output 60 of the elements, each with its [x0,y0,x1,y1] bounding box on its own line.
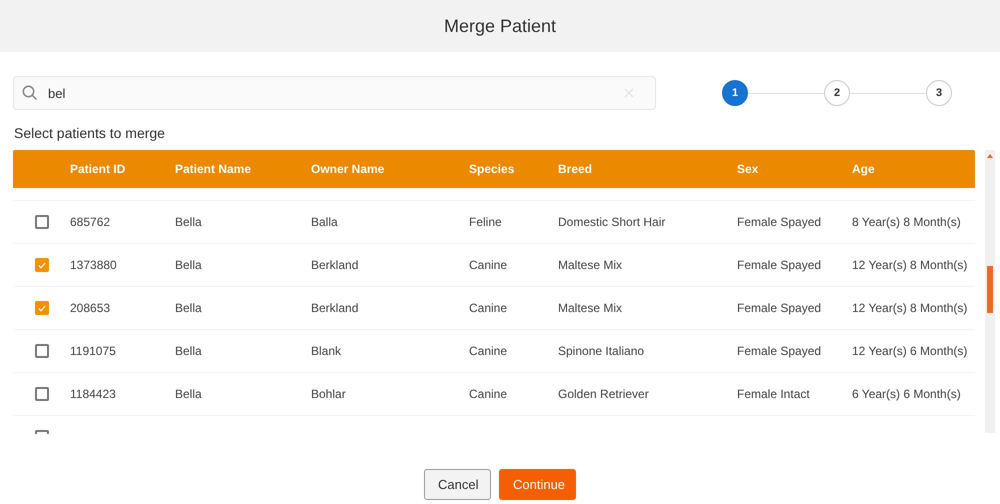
dialog-title: Merge Patient [444,16,556,36]
row-checkbox[interactable] [35,344,49,358]
table-cell-text: Berkland [311,258,360,272]
row-checkbox[interactable] [35,387,49,401]
table-cell-text: Canine [469,301,508,315]
table-cell-text: Balla [311,215,339,229]
column-header: Patient ID [70,162,126,176]
table-cell-text: Bella [175,387,203,401]
column-header: Patient Name [175,162,252,176]
table-cell-text: Blank [311,344,342,358]
check-icon [38,262,46,268]
table-cell-text: Bella [175,301,203,315]
table-cell-text: 1191075 [70,344,117,358]
check-icon [38,304,46,312]
table-cell-text: Spinone Italiano [558,344,646,358]
column-header: Age [852,162,876,176]
step-indicator: 2 [824,80,850,106]
row-checkbox[interactable] [35,215,49,229]
row-checkbox[interactable] [35,301,49,315]
cancel-button[interactable]: Cancel [424,469,491,500]
column-header: Species [469,162,516,176]
column-header: Breed [558,162,594,176]
table-cell-text: Canine [469,344,508,358]
table-cell-text: 12 Year(s) 8 Month(s) [852,258,968,272]
table-cell-text: 6 Year(s) 6 Month(s) [852,387,962,401]
table-cell-text: Feline [469,215,503,229]
table-cell-text: Female Spayed [737,344,822,358]
search-icon [22,85,38,101]
table-cell-text: Bohlar [311,387,347,401]
table-cell-text: Female Spayed [737,301,822,315]
table-cell-text: 8 Year(s) 8 Month(s) [852,215,962,229]
scrollbar[interactable] [985,150,995,433]
table-cell-text: Female Spayed [737,215,822,229]
table-cell-text: Female Intact [737,387,811,401]
row-checkbox[interactable] [35,258,49,272]
step-indicator: 3 [926,80,952,106]
column-header: Owner Name [311,162,386,176]
table-cell-text: 208653 [70,301,112,315]
table-cell-text: Female Spayed [737,258,822,272]
scrollbar-thumb[interactable] [987,266,993,313]
table-cell-text: 1373880 [70,258,118,272]
table-cell-text: 1184423 [70,387,117,401]
step-indicator: 1 [722,80,748,106]
table-cell-text: Canine [469,387,508,401]
section-label: Select patients to merge [13,124,166,143]
table-cell-text: 12 Year(s) 8 Month(s) [852,301,968,315]
scroll-up-icon[interactable] [987,154,993,158]
table-cell-text: Bella [175,258,203,272]
search-field[interactable]: bel [13,76,656,110]
table-cell-text: Golden Retriever [558,387,650,401]
table-cell-text: 12 Year(s) 6 Month(s) [852,344,968,358]
table-cell-text: 685762 [70,215,112,229]
table-cell-text: Canine [469,258,508,272]
table-cell-text: Maltese Mix [558,258,624,272]
table-cell-text: Maltese Mix [558,301,624,315]
table-cell-text: Bella [175,344,203,358]
table-cell-text: Domestic Short Hair [558,215,666,229]
table-cell-text: Bella [175,215,203,229]
column-header: Sex [737,162,760,176]
table-cell-text: Berkland [311,301,360,315]
